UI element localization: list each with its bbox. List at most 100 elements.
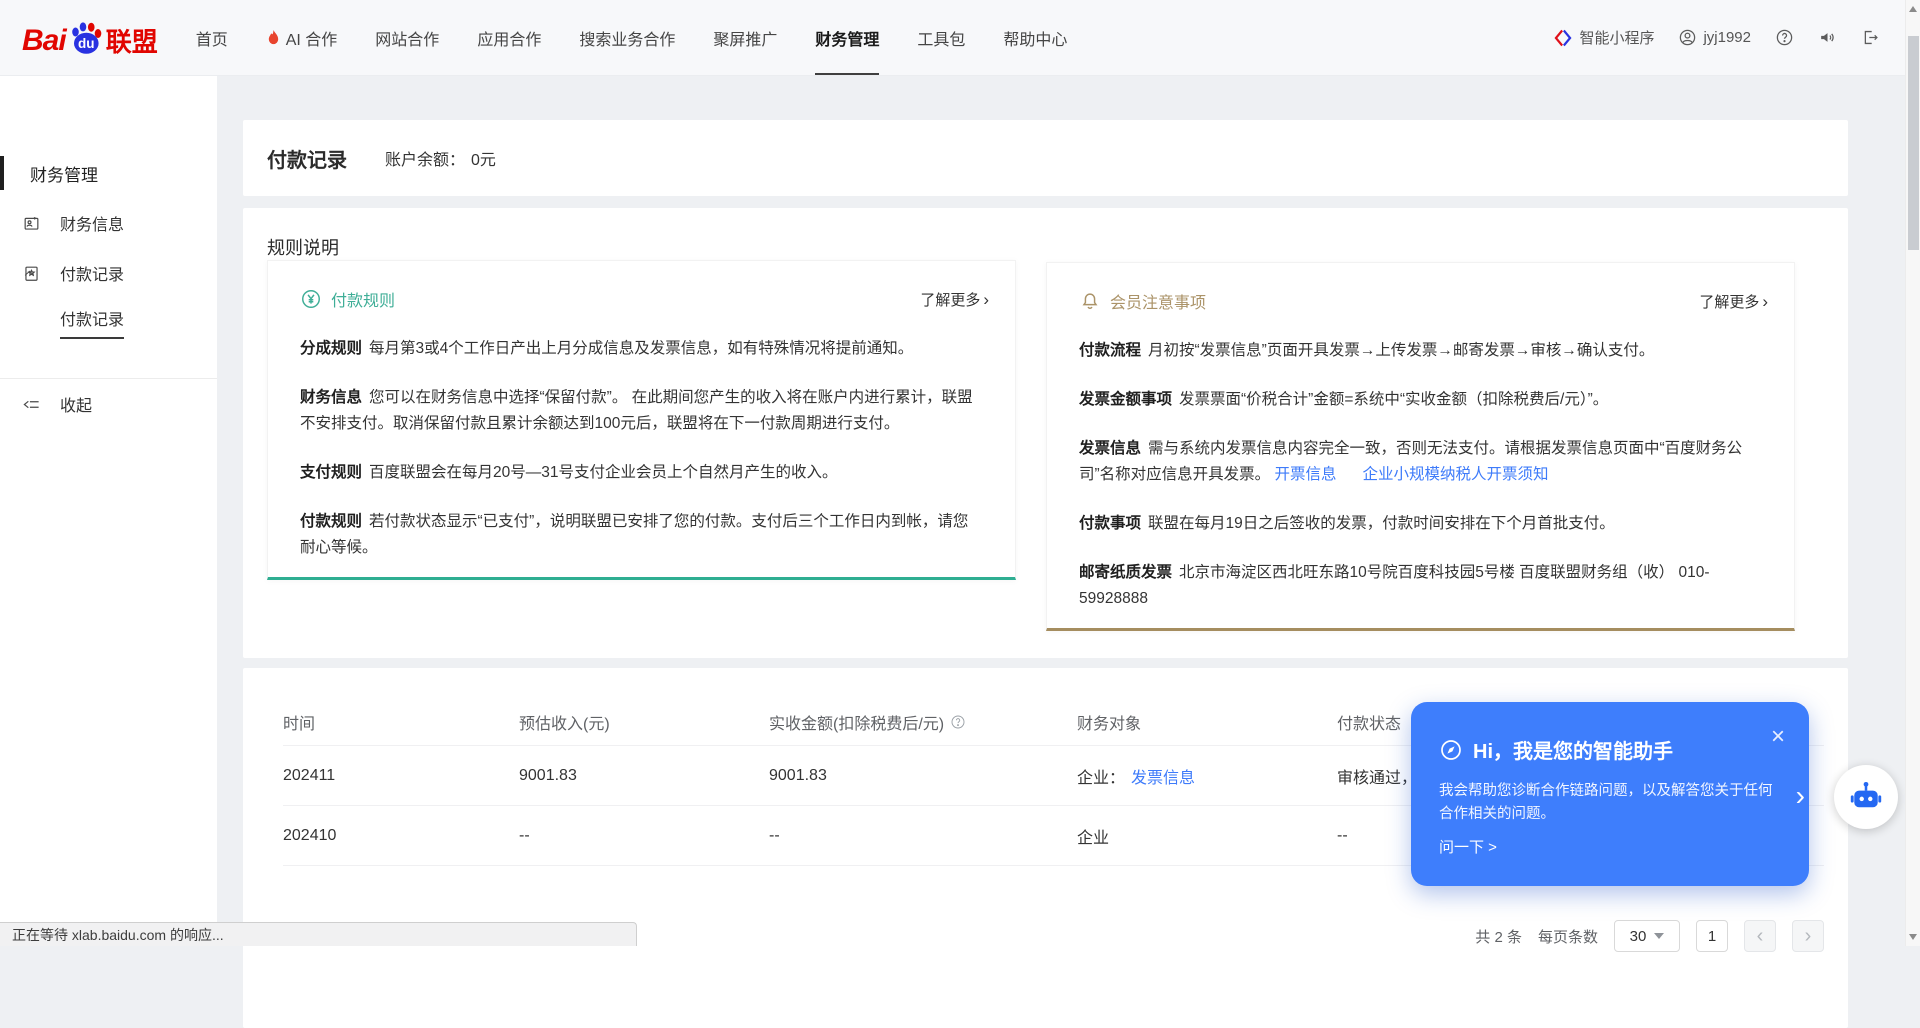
rule-text: 百度联盟会在每月20号—31号支付企业会员上个自然月产生的收入。: [369, 464, 837, 481]
yen-circle-icon: [300, 288, 322, 310]
ask-now-link[interactable]: 问一下 >: [1439, 836, 1497, 857]
payment-rules-more-link[interactable]: 了解更多›: [920, 289, 989, 310]
invoice-info-link[interactable]: 开票信息: [1274, 466, 1336, 483]
page-size-select[interactable]: 30: [1614, 920, 1680, 952]
member-notes-title: 会员注意事项: [1110, 289, 1206, 313]
nav-item-app-cooperation[interactable]: 应用合作: [477, 0, 541, 75]
rule-label: 财务信息: [300, 389, 362, 406]
chevron-right-icon[interactable]: ›: [1796, 780, 1805, 812]
rule-item: 付款规则若付款状态显示“已支付”，说明联盟已安排了您的付款。支付后三个工作日内到…: [300, 509, 983, 561]
nav-label: 应用合作: [477, 26, 541, 50]
bell-icon: [1079, 290, 1101, 312]
flame-icon: [266, 29, 281, 46]
sound-icon[interactable]: [1818, 28, 1837, 47]
header-estimated-income: 预估收入(元): [519, 710, 769, 734]
logo-text-union: 联盟: [106, 28, 158, 56]
nav-label: 聚屏推广: [713, 26, 777, 50]
baidu-union-logo[interactable]: Bai du 联盟: [22, 20, 158, 56]
rule-label: 发票信息: [1079, 440, 1141, 457]
assistant-popup-title: Hi，我是您的智能助手: [1473, 735, 1673, 764]
cell-actual: 9001.83: [769, 767, 1077, 785]
payment-rules-body: 分成规则每月第3或4个工作日产出上月分成信息及发票信息，如有特殊情况将提前通知。…: [268, 311, 1015, 561]
rule-item: 财务信息您可以在财务信息中选择“保留付款”。 在此期间您产生的收入将在账户内进行…: [300, 385, 983, 437]
rule-item: 邮寄纸质发票北京市海淀区西北旺东路10号院百度科技园5号楼 百度联盟财务组（收）…: [1079, 560, 1762, 612]
header-actual-amount: 实收金额(扣除税费后/元): [769, 710, 1077, 734]
account-balance-label: 账户余额：: [385, 152, 465, 169]
sidebar-item-finance-info[interactable]: 财务信息: [0, 206, 217, 240]
sidebar-section-finance-management[interactable]: 财务管理: [0, 156, 217, 190]
vertical-scrollbar[interactable]: [1905, 0, 1920, 946]
invoice-info-row-link[interactable]: 发票信息: [1131, 770, 1195, 787]
page-size-value: 30: [1630, 928, 1647, 945]
header-finance-target: 财务对象: [1077, 710, 1337, 734]
nav-item-ai-cooperation[interactable]: AI 合作: [266, 0, 338, 75]
cell-target: 企业: [1077, 824, 1337, 848]
baidu-paw-icon: du: [68, 20, 104, 56]
account-balance: 账户余额： 0元: [385, 146, 496, 170]
nav-label: AI 合作: [286, 26, 338, 50]
scroll-up-arrow[interactable]: [1909, 6, 1917, 12]
help-icon[interactable]: [1775, 28, 1794, 47]
user-icon: [1678, 28, 1697, 47]
sidebar-item-payment-records[interactable]: 付款记录: [0, 256, 217, 290]
browser-status-text: 正在等待 xlab.baidu.com 的响应...: [12, 925, 224, 945]
sidebar-item-label: 付款记录: [60, 261, 124, 285]
nav-item-home[interactable]: 首页: [196, 0, 228, 75]
rule-label: 支付规则: [300, 464, 362, 481]
nav-item-search-cooperation[interactable]: 搜索业务合作: [579, 0, 675, 75]
top-navigation-bar: Bai du 联盟 首页 AI 合作 网站合作 应用合作 搜索业务合作 聚屏推广…: [0, 0, 1920, 76]
rule-text: 联盟在每月19日之后签收的发票，付款时间安排在下个月首批支付。: [1148, 515, 1615, 532]
nav-label: 搜索业务合作: [579, 26, 675, 50]
sidebar-divider: [0, 378, 217, 379]
miniprogram-link[interactable]: 智能小程序: [1553, 27, 1654, 48]
close-icon[interactable]: ×: [1771, 726, 1785, 748]
browser-status-bar: 正在等待 xlab.baidu.com 的响应...: [0, 922, 637, 946]
compass-icon: [1439, 738, 1463, 762]
nav-item-website-cooperation[interactable]: 网站合作: [375, 0, 439, 75]
question-circle-icon[interactable]: [950, 714, 966, 730]
member-notes-panel: 会员注意事项 了解更多› 付款流程月初按“发票信息”页面开具发票→上传发票→邮寄…: [1046, 262, 1795, 631]
scrollbar-thumb[interactable]: [1908, 36, 1919, 250]
rule-label: 发票金额事项: [1079, 391, 1172, 408]
rule-label: 邮寄纸质发票: [1079, 564, 1172, 581]
robot-icon: [1847, 778, 1885, 816]
nav-item-help-center[interactable]: 帮助中心: [1003, 0, 1067, 75]
logo-text-du: du: [78, 35, 95, 50]
page-number-1[interactable]: 1: [1696, 920, 1728, 952]
header-time: 时间: [283, 710, 519, 734]
member-notes-body: 付款流程月初按“发票信息”页面开具发票→上传发票→邮寄发票→审核→确认支付。 发…: [1047, 313, 1794, 612]
rule-item: 支付规则百度联盟会在每月20号—31号支付企业会员上个自然月产生的收入。: [300, 460, 983, 486]
nav-item-finance-management[interactable]: 财务管理: [815, 0, 879, 75]
rule-item: 付款流程月初按“发票信息”页面开具发票→上传发票→邮寄发票→审核→确认支付。: [1079, 338, 1762, 364]
assistant-popup-body: 我会帮助您诊断合作链路问题，以及解答您关于任何合作相关的问题。: [1439, 780, 1777, 826]
assistant-floating-button[interactable]: [1834, 765, 1898, 829]
cell-target: 企业：发票信息: [1077, 764, 1337, 788]
cell-time: 202410: [283, 827, 519, 845]
chevron-up-icon[interactable]: [22, 266, 37, 281]
rule-text: 北京市海淀区西北旺东路10号院百度科技园5号楼 百度联盟财务组（收） 010-5…: [1079, 564, 1710, 607]
cell-time: 202411: [283, 767, 519, 785]
more-label: 了解更多: [1699, 291, 1759, 312]
sidebar-subitem-payment-records[interactable]: 付款记录: [0, 306, 217, 338]
account-balance-value: 0元: [471, 152, 496, 169]
next-page-button[interactable]: ›: [1792, 920, 1824, 952]
logo-text-bai: Bai: [22, 26, 66, 56]
miniprogram-diamond-icon: [1553, 28, 1573, 48]
assistant-popup: Hi，我是您的智能助手 × 我会帮助您诊断合作链路问题，以及解答您关于任何合作相…: [1411, 702, 1809, 886]
sidebar-item-label: 财务信息: [60, 211, 124, 235]
scroll-down-arrow[interactable]: [1909, 934, 1917, 940]
small-taxpayer-notice-link[interactable]: 企业小规模纳税人开票须知: [1363, 466, 1549, 483]
payment-rules-header: 付款规则 了解更多›: [268, 261, 1015, 311]
collapse-icon: [22, 395, 41, 414]
nav-item-toolkit[interactable]: 工具包: [917, 0, 965, 75]
sidebar-collapse-button[interactable]: 收起: [0, 388, 217, 420]
pagination-total: 共 2 条: [1475, 926, 1522, 947]
rule-item: 发票信息需与系统内发票信息内容完全一致，否则无法支付。请根据发票信息页面中“百度…: [1079, 436, 1762, 488]
member-notes-more-link[interactable]: 了解更多›: [1699, 291, 1768, 312]
rule-item: 分成规则每月第3或4个工作日产出上月分成信息及发票信息，如有特殊情况将提前通知。: [300, 336, 983, 362]
user-account[interactable]: jyj1992: [1678, 28, 1751, 47]
previous-page-button[interactable]: ‹: [1744, 920, 1776, 952]
logout-icon[interactable]: [1861, 28, 1880, 47]
nav-item-screen-promotion[interactable]: 聚屏推广: [713, 0, 777, 75]
rule-text: 每月第3或4个工作日产出上月分成信息及发票信息，如有特殊情况将提前通知。: [369, 340, 913, 357]
